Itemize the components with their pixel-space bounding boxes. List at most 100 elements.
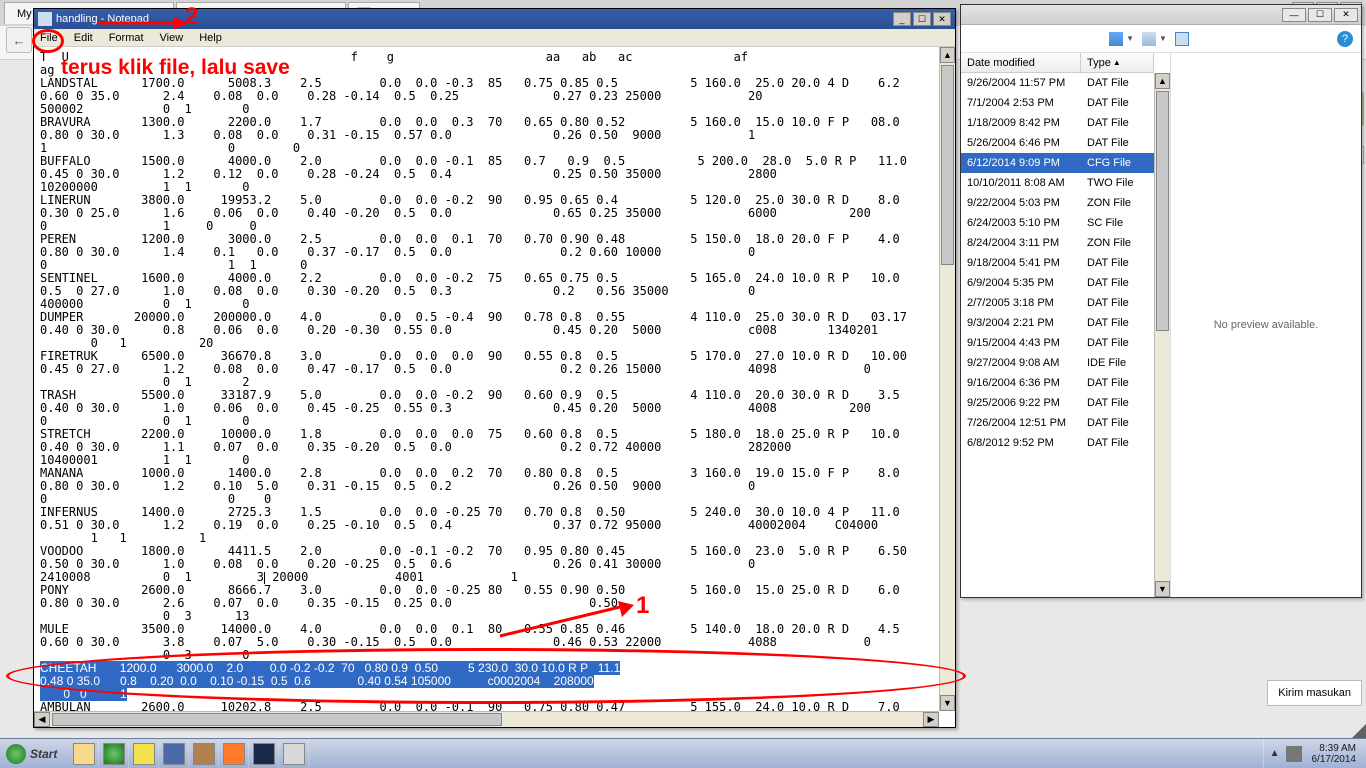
start-label: Start [30, 747, 57, 761]
file-row[interactable]: 9/26/2004 11:57 PMDAT File [961, 73, 1154, 93]
scroll-down-button[interactable]: ▼ [940, 695, 955, 711]
column-date-modified[interactable]: Date modified [961, 53, 1081, 72]
dropdown-icon: ▼ [1159, 34, 1167, 43]
file-row[interactable]: 7/1/2004 2:53 PMDAT File [961, 93, 1154, 113]
file-row[interactable]: 9/16/2004 6:36 PMDAT File [961, 373, 1154, 393]
taskbar: Start ▲ 8:39 AM 6/17/2014 [0, 738, 1366, 768]
explorer-rows: 9/26/2004 11:57 PMDAT File7/1/2004 2:53 … [961, 73, 1154, 453]
start-button[interactable]: Start [0, 740, 69, 768]
preview-pane: No preview available. [1171, 53, 1361, 597]
scroll-up-button[interactable]: ▲ [940, 47, 955, 63]
scroll-down-button[interactable]: ▼ [1155, 581, 1170, 597]
back-button[interactable]: ← [6, 27, 32, 53]
cell-type: DAT File [1081, 437, 1154, 449]
taskbar-gta[interactable] [189, 740, 219, 768]
gta-icon [193, 743, 215, 765]
explorer-close-button[interactable]: ✕ [1334, 8, 1358, 22]
cell-date: 6/24/2003 5:10 PM [961, 217, 1081, 229]
explorer-min-button[interactable]: — [1282, 8, 1306, 22]
cell-date: 6/8/2012 9:52 PM [961, 437, 1081, 449]
taskbar-home[interactable] [99, 740, 129, 768]
cell-date: 7/26/2004 12:51 PM [961, 417, 1081, 429]
help-button[interactable]: ? [1337, 31, 1353, 47]
note-icon [133, 743, 155, 765]
cell-date: 9/27/2004 9:08 AM [961, 357, 1081, 369]
taskbar-generic[interactable] [279, 740, 309, 768]
preview-pane-button[interactable] [1175, 32, 1189, 46]
feedback-box[interactable]: Kirim masukan [1267, 680, 1362, 706]
file-row[interactable]: 9/27/2004 9:08 AMIDE File [961, 353, 1154, 373]
file-row[interactable]: 5/26/2004 6:46 PMDAT File [961, 133, 1154, 153]
notepad-window: handling - Notepad _ ☐ ✕ File Edit Format V… [33, 8, 956, 728]
taskbar-ps[interactable] [249, 740, 279, 768]
view-large-icons-button[interactable]: ▼ [1109, 32, 1134, 46]
cell-type: TWO File [1081, 177, 1154, 189]
file-row[interactable]: 6/24/2003 5:10 PMSC File [961, 213, 1154, 233]
notepad-close-button[interactable]: ✕ [933, 12, 951, 26]
taskbar-note[interactable] [129, 740, 159, 768]
notepad-max-button[interactable]: ☐ [913, 12, 931, 26]
scroll-right-button[interactable]: ▶ [923, 712, 939, 727]
explorer-column-headers[interactable]: Date modified Type▲ [961, 53, 1154, 73]
cell-date: 9/3/2004 2:21 PM [961, 317, 1081, 329]
file-row[interactable]: 6/12/2014 9:09 PMCFG File [961, 153, 1154, 173]
file-row[interactable]: 7/26/2004 12:51 PMDAT File [961, 413, 1154, 433]
scroll-thumb[interactable] [52, 713, 502, 726]
cell-type: IDE File [1081, 357, 1154, 369]
taskbar-firefox[interactable] [219, 740, 249, 768]
menu-format[interactable]: Format [107, 31, 146, 45]
menu-help[interactable]: Help [197, 31, 224, 45]
taskbar-folder[interactable] [69, 740, 99, 768]
notepad-vscrollbar[interactable]: ▲ ▼ [939, 47, 955, 711]
tray-date: 6/17/2014 [1312, 754, 1357, 765]
menu-edit[interactable]: Edit [72, 31, 95, 45]
explorer-scrollbar[interactable]: ▲ ▼ [1154, 73, 1170, 597]
tray-icon[interactable] [1286, 746, 1302, 762]
explorer-max-button[interactable]: ☐ [1308, 8, 1332, 22]
cell-date: 10/10/2011 8:08 AM [961, 177, 1081, 189]
cell-date: 7/1/2004 2:53 PM [961, 97, 1081, 109]
notepad-min-button[interactable]: _ [893, 12, 911, 26]
scroll-thumb[interactable] [941, 65, 954, 265]
scroll-left-button[interactable]: ◀ [34, 712, 50, 727]
cell-date: 8/24/2004 3:11 PM [961, 237, 1081, 249]
file-row[interactable]: 9/22/2004 5:03 PMZON File [961, 193, 1154, 213]
file-row[interactable]: 9/15/2004 4:43 PMDAT File [961, 333, 1154, 353]
file-row[interactable]: 6/8/2012 9:52 PMDAT File [961, 433, 1154, 453]
file-row[interactable]: 9/18/2004 5:41 PMDAT File [961, 253, 1154, 273]
explorer-toolbar: ▼ ▼ ? [961, 25, 1361, 53]
taskbar-driver[interactable] [159, 740, 189, 768]
ps-icon [253, 743, 275, 765]
tray-expand-button[interactable]: ▲ [1270, 748, 1280, 759]
cell-type: SC File [1081, 217, 1154, 229]
file-row[interactable]: 8/24/2004 3:11 PMZON File [961, 233, 1154, 253]
home-icon [103, 743, 125, 765]
menu-file[interactable]: File [38, 31, 60, 45]
file-row[interactable]: 6/9/2004 5:35 PMDAT File [961, 273, 1154, 293]
column-type[interactable]: Type▲ [1081, 53, 1154, 72]
firefox-icon [223, 743, 245, 765]
scroll-up-button[interactable]: ▲ [1155, 73, 1170, 89]
grid-icon [1109, 32, 1123, 46]
notepad-text-area[interactable]: T U f g aa ab ac af ag LANDSTAL 1700.0 5… [34, 47, 939, 711]
file-row[interactable]: 1/18/2009 8:42 PMDAT File [961, 113, 1154, 133]
tray-clock[interactable]: 8:39 AM 6/17/2014 [1308, 743, 1361, 765]
file-row[interactable]: 2/7/2005 3:18 PMDAT File [961, 293, 1154, 313]
cell-date: 9/15/2004 4:43 PM [961, 337, 1081, 349]
notepad-hscrollbar[interactable]: ◀ ▶ [34, 711, 939, 727]
cell-type: DAT File [1081, 117, 1154, 129]
cell-date: 6/12/2014 9:09 PM [961, 157, 1081, 169]
notepad-title-bar[interactable]: handling - Notepad _ ☐ ✕ [34, 9, 955, 29]
cell-type: DAT File [1081, 377, 1154, 389]
file-row[interactable]: 10/10/2011 8:08 AMTWO File [961, 173, 1154, 193]
menu-view[interactable]: View [158, 31, 186, 45]
scroll-thumb[interactable] [1156, 91, 1169, 331]
file-row[interactable]: 9/25/2006 9:22 PMDAT File [961, 393, 1154, 413]
cell-date: 9/18/2004 5:41 PM [961, 257, 1081, 269]
preview-icon [1175, 32, 1189, 46]
file-row[interactable]: 9/3/2004 2:21 PMDAT File [961, 313, 1154, 333]
cell-date: 9/25/2006 9:22 PM [961, 397, 1081, 409]
view-details-button[interactable]: ▼ [1142, 32, 1167, 46]
cell-date: 2/7/2005 3:18 PM [961, 297, 1081, 309]
cell-type: DAT File [1081, 77, 1154, 89]
